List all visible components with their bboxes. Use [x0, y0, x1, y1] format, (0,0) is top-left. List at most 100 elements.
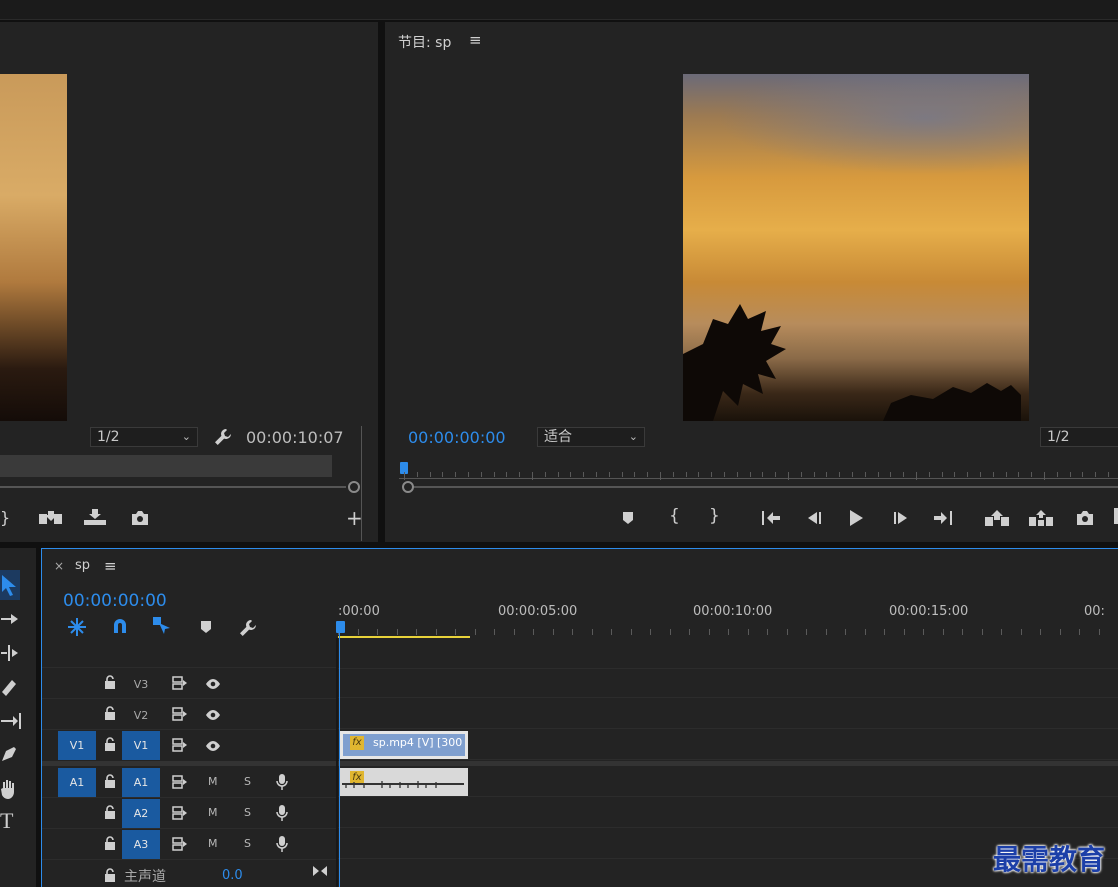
microphone-icon[interactable] — [276, 773, 288, 791]
selection-tool-icon[interactable] — [0, 574, 18, 596]
lift-icon[interactable] — [984, 509, 1010, 527]
lock-icon[interactable] — [104, 774, 116, 788]
sync-lock-icon[interactable] — [172, 775, 188, 789]
track-target-v1[interactable]: V1 — [122, 731, 160, 760]
source-patch-a1[interactable]: A1 — [58, 768, 96, 797]
program-scrub-ruler[interactable] — [399, 462, 1118, 480]
source-zoom-handle[interactable] — [348, 481, 360, 493]
track-name-v3[interactable]: V3 — [122, 670, 160, 699]
add-button-icon[interactable]: + — [346, 506, 363, 530]
scrub-tick — [890, 472, 891, 477]
mark-out-icon[interactable]: } — [709, 506, 720, 526]
master-volume-value[interactable]: 0.0 — [222, 868, 243, 883]
eye-icon[interactable] — [205, 740, 221, 752]
track-target-a1[interactable]: A1 — [122, 768, 160, 797]
ripple-edit-tool-icon[interactable] — [0, 644, 20, 662]
program-scrub-track[interactable] — [413, 486, 1118, 488]
timeline-tab-name[interactable]: sp — [75, 558, 90, 573]
add-marker-icon[interactable] — [621, 511, 635, 525]
program-monitor-title[interactable]: 节目: sp — [398, 32, 451, 52]
camera-icon[interactable] — [130, 510, 150, 526]
source-mark-out-icon[interactable]: } — [0, 508, 10, 527]
go-to-edit-point-icon[interactable] — [312, 865, 328, 877]
source-monitor-panel: 1/2 ⌄ 00:00:10:07 } + — [0, 22, 378, 542]
insert-icon[interactable] — [38, 509, 64, 527]
ruler-tick — [416, 629, 417, 635]
track-lane-v3[interactable] — [338, 668, 1118, 698]
track-select-tool-icon[interactable] — [0, 610, 20, 628]
lock-icon[interactable] — [104, 805, 116, 819]
source-zoom-select[interactable]: 1/2 ⌄ — [90, 427, 198, 447]
top-menu-strip — [0, 0, 1118, 20]
track-name-v2[interactable]: V2 — [122, 701, 160, 730]
wrench-icon[interactable] — [238, 618, 258, 638]
lock-icon[interactable] — [104, 706, 116, 720]
timeline-close-icon[interactable]: × — [54, 559, 64, 573]
more-controls-edge[interactable] — [1114, 508, 1118, 524]
go-to-out-icon[interactable] — [933, 510, 955, 526]
track-lane-a2[interactable] — [338, 798, 1118, 828]
linked-selection-icon[interactable] — [152, 616, 172, 636]
nest-sequence-icon[interactable] — [66, 617, 88, 637]
hamburger-menu-icon[interactable]: ≡ — [104, 557, 117, 575]
source-scrub-bar[interactable] — [0, 455, 332, 477]
program-zoom-select[interactable]: 1/2 — [1040, 427, 1118, 447]
extract-icon[interactable] — [1028, 509, 1054, 527]
sync-lock-icon[interactable] — [172, 806, 188, 820]
hamburger-menu-icon[interactable]: ≡ — [469, 31, 482, 49]
step-forward-icon[interactable] — [892, 511, 910, 525]
audio-clip[interactable]: fx — [340, 768, 468, 796]
scrub-tick — [481, 472, 482, 477]
program-fit-select[interactable]: 适合 ⌄ — [537, 427, 645, 447]
scrub-tick — [967, 472, 968, 477]
hand-tool-icon[interactable] — [0, 778, 18, 800]
mute-button[interactable]: M — [208, 837, 218, 850]
source-scrub-track[interactable] — [0, 486, 346, 488]
source-patch-v1[interactable]: V1 — [58, 731, 96, 760]
eye-icon[interactable] — [205, 709, 221, 721]
sync-lock-icon[interactable] — [172, 676, 188, 690]
sync-lock-icon[interactable] — [172, 837, 188, 851]
slip-tool-icon[interactable] — [0, 712, 22, 730]
lock-icon[interactable] — [104, 675, 116, 689]
pen-tool-icon[interactable] — [0, 745, 18, 765]
track-lane-v2[interactable] — [338, 699, 1118, 729]
microphone-icon[interactable] — [276, 835, 288, 853]
scrub-tick — [1018, 472, 1019, 477]
add-marker-icon[interactable] — [199, 620, 213, 634]
mute-button[interactable]: M — [208, 806, 218, 819]
lock-icon[interactable] — [104, 737, 116, 751]
step-back-icon[interactable] — [805, 511, 823, 525]
razor-tool-icon[interactable] — [0, 678, 18, 698]
work-area-bar[interactable] — [338, 636, 470, 638]
overwrite-icon[interactable] — [82, 508, 108, 526]
camera-icon[interactable] — [1075, 510, 1095, 526]
program-timecode[interactable]: 00:00:00:00 — [408, 428, 506, 447]
sync-lock-icon[interactable] — [172, 738, 188, 752]
mark-in-icon[interactable]: { — [669, 506, 680, 526]
program-zoom-handle[interactable] — [402, 481, 414, 493]
solo-button[interactable]: S — [244, 806, 251, 819]
scrub-tick — [878, 472, 879, 477]
mute-button[interactable]: M — [208, 775, 218, 788]
type-tool-icon[interactable]: T — [0, 808, 13, 834]
track-target-a2[interactable]: A2 — [122, 799, 160, 828]
ruler-tick — [962, 629, 963, 635]
wrench-icon[interactable] — [213, 427, 233, 447]
go-to-in-icon[interactable] — [759, 510, 781, 526]
video-clip[interactable]: fx sp.mp4 [V] [300 — [340, 731, 468, 759]
snap-magnet-icon[interactable] — [111, 617, 129, 635]
ruler-label: :00:00 — [338, 604, 380, 619]
solo-button[interactable]: S — [244, 775, 251, 788]
timeline-timecode[interactable]: 00:00:00:00 — [63, 591, 167, 611]
lock-icon[interactable] — [104, 836, 116, 850]
solo-button[interactable]: S — [244, 837, 251, 850]
scrub-tick — [788, 472, 789, 480]
lock-icon[interactable] — [104, 868, 116, 882]
track-target-a3[interactable]: A3 — [122, 830, 160, 859]
microphone-icon[interactable] — [276, 804, 288, 822]
play-icon[interactable] — [848, 509, 864, 527]
sync-lock-icon[interactable] — [172, 707, 188, 721]
eye-icon[interactable] — [205, 678, 221, 690]
timeline-playhead-head[interactable] — [336, 621, 345, 633]
